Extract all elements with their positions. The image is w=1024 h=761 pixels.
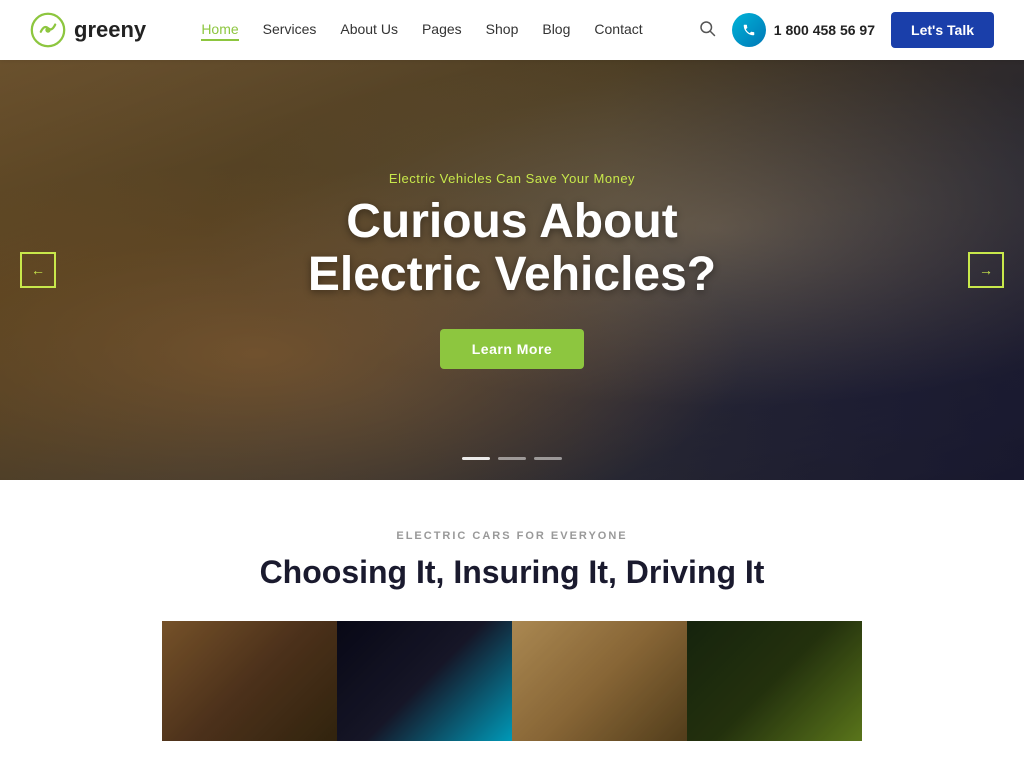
phone-wrapper: 1 800 458 56 97: [732, 13, 875, 47]
cars-section: ELECTRIC CARS FOR EVERYONE Choosing It, …: [0, 480, 1024, 761]
navbar: greeny Home Services About Us Pages Shop…: [0, 0, 1024, 60]
nav-links: Home Services About Us Pages Shop Blog C…: [201, 21, 642, 39]
hero-next-button[interactable]: →: [968, 252, 1004, 288]
nav-link-about[interactable]: About Us: [340, 21, 398, 37]
nav-link-pages[interactable]: Pages: [422, 21, 462, 37]
nav-link-services[interactable]: Services: [263, 21, 317, 37]
hero-dot-2[interactable]: [498, 457, 526, 460]
hero-title-line2: Electric Vehicles?: [308, 248, 716, 301]
hero-dot-1[interactable]: [462, 457, 490, 460]
cards-row: [30, 621, 994, 741]
lets-talk-button[interactable]: Let's Talk: [891, 12, 994, 48]
nav-link-blog[interactable]: Blog: [542, 21, 570, 37]
phone-number: 1 800 458 56 97: [774, 22, 875, 38]
phone-icon: [742, 23, 756, 37]
card-overlay-1: [162, 621, 337, 741]
hero-dots: [462, 457, 562, 460]
hero-title-line1: Curious About: [346, 195, 678, 248]
card-item-3[interactable]: [512, 621, 687, 741]
nav-right: 1 800 458 56 97 Let's Talk: [698, 12, 994, 48]
hero-section: ← Electric Vehicles Can Save Your Money …: [0, 60, 1024, 480]
logo-link[interactable]: greeny: [30, 12, 146, 48]
section-label: ELECTRIC CARS FOR EVERYONE: [30, 530, 994, 542]
card-item-2[interactable]: [337, 621, 512, 741]
card-item-4[interactable]: [687, 621, 862, 741]
hero-content: Electric Vehicles Can Save Your Money Cu…: [308, 171, 716, 370]
logo-text: greeny: [74, 17, 146, 43]
hero-subtitle: Electric Vehicles Can Save Your Money: [308, 171, 716, 186]
card-overlay-4: [687, 621, 862, 741]
phone-avatar: [732, 13, 766, 47]
hero-cta-button[interactable]: Learn More: [440, 329, 584, 369]
card-item-1[interactable]: [162, 621, 337, 741]
arrow-right-icon: →: [979, 262, 993, 278]
hero-dot-3[interactable]: [534, 457, 562, 460]
section-title: Choosing It, Insuring It, Driving It: [30, 554, 994, 591]
arrow-left-icon: ←: [31, 262, 45, 278]
hero-title: Curious About Electric Vehicles?: [308, 196, 716, 302]
nav-link-contact[interactable]: Contact: [594, 21, 642, 37]
card-overlay-2: [337, 621, 512, 741]
logo-icon: [30, 12, 66, 48]
nav-link-home[interactable]: Home: [201, 21, 238, 41]
search-button[interactable]: [698, 19, 716, 42]
card-overlay-3: [512, 621, 687, 741]
search-icon: [698, 19, 716, 37]
nav-link-shop[interactable]: Shop: [486, 21, 519, 37]
hero-prev-button[interactable]: ←: [20, 252, 56, 288]
